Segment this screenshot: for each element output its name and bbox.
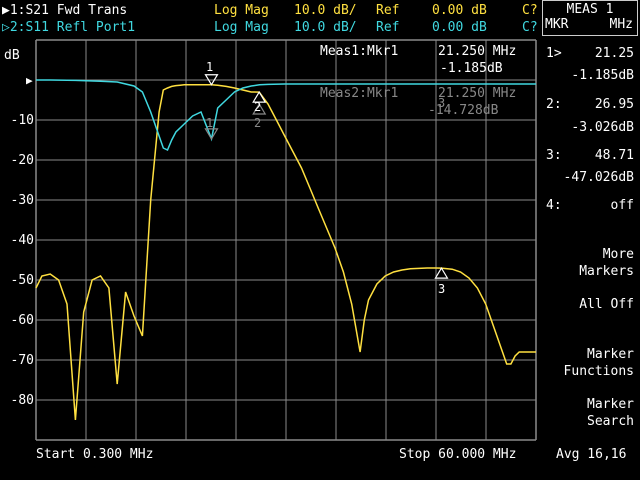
meas1-value: -1.185dB xyxy=(440,61,503,76)
y-tick-label: -40 xyxy=(10,233,34,248)
marker-1b-label: 1 xyxy=(206,116,214,130)
trace2-scale[interactable]: 10.0 dB/ xyxy=(294,20,357,36)
softkey-marker-functions[interactable]: Marker Functions xyxy=(564,346,634,380)
softkey-marker-3-number: 3: xyxy=(546,148,562,163)
trace1-scale[interactable]: 10.0 dB/ xyxy=(294,3,357,19)
meas1-frequency: 21.250 MHz xyxy=(438,44,517,59)
softkey-more-markers[interactable]: More Markers xyxy=(579,246,634,280)
marker-1-label: 1 xyxy=(206,60,214,74)
meas2-label: Meas2:Mkr1 xyxy=(320,86,399,101)
y-tick-label: -30 xyxy=(10,193,34,208)
unit-label: dB xyxy=(4,48,20,63)
y-tick-label: -10 xyxy=(10,113,34,128)
reference-arrow-icon: ▶ xyxy=(26,74,33,87)
y-tick-label: -60 xyxy=(10,313,34,328)
softkey-marker-3-freq[interactable]: 48.71 xyxy=(595,148,634,163)
marker-2b-label: 2 xyxy=(254,116,262,130)
trace2-cal-status: C? xyxy=(522,20,538,35)
softkey-marker-1-freq[interactable]: 21.25 xyxy=(595,46,634,61)
trace1-label[interactable]: ▶1:S21 Fwd Trans xyxy=(2,3,127,19)
start-frequency[interactable]: Start 0.300 MHz xyxy=(36,447,153,463)
trace2-ref-label: Ref xyxy=(376,20,400,35)
trace2-label[interactable]: ▷2:S11 Refl Port1 xyxy=(2,20,135,36)
y-tick-label: -80 xyxy=(10,393,34,408)
trace1-ref-value[interactable]: 0.00 dB xyxy=(432,3,487,19)
meas2-frequency: 21.250 MHz xyxy=(438,86,517,101)
marker-3-label: 3 xyxy=(438,282,446,296)
softkey-marker-3-value: -47.026dB xyxy=(563,170,634,185)
marker-3-triangle-icon[interactable] xyxy=(434,266,449,279)
averaging-status: Avg 16,16 xyxy=(556,447,627,462)
softkey-marker-1-number: 1> xyxy=(546,46,562,61)
softkey-marker-4-number: 4: xyxy=(546,198,562,213)
y-tick-label: -50 xyxy=(10,273,34,288)
y-tick-label: -70 xyxy=(10,353,34,368)
softkey-marker-1-value: -1.185dB xyxy=(571,68,634,83)
softkey-subtitle-right: MHz xyxy=(609,17,633,32)
softkey-menu-title-box: MEAS 1 MKR MHz xyxy=(542,0,638,36)
softkey-marker-4-freq[interactable]: off xyxy=(611,198,634,213)
trace1-ref-label: Ref xyxy=(376,3,400,18)
softkey-all-off[interactable]: All Off xyxy=(579,296,634,313)
trace2-format[interactable]: Log Mag xyxy=(214,20,269,36)
softkey-marker-2-number: 2: xyxy=(546,97,562,112)
trace1-cal-status: C? xyxy=(522,3,538,18)
softkey-menu-title: MEAS 1 xyxy=(566,2,614,17)
trace2-ref-value[interactable]: 0.00 dB xyxy=(432,20,487,36)
marker-2-label: 2 xyxy=(254,100,262,114)
softkey-marker-search[interactable]: Marker Search xyxy=(587,396,634,430)
plot-area xyxy=(35,39,537,441)
softkey-marker-2-value: -3.026dB xyxy=(571,120,634,135)
softkey-subtitle-left: MKR xyxy=(545,17,569,32)
trace1-format[interactable]: Log Mag xyxy=(214,3,269,19)
meas1-label: Meas1:Mkr1 xyxy=(320,44,399,59)
y-tick-label: -20 xyxy=(10,153,34,168)
softkey-marker-2-freq[interactable]: 26.95 xyxy=(595,97,634,112)
marker-3b-label: 3 xyxy=(438,96,446,110)
stop-frequency[interactable]: Stop 60.000 MHz xyxy=(399,447,516,463)
